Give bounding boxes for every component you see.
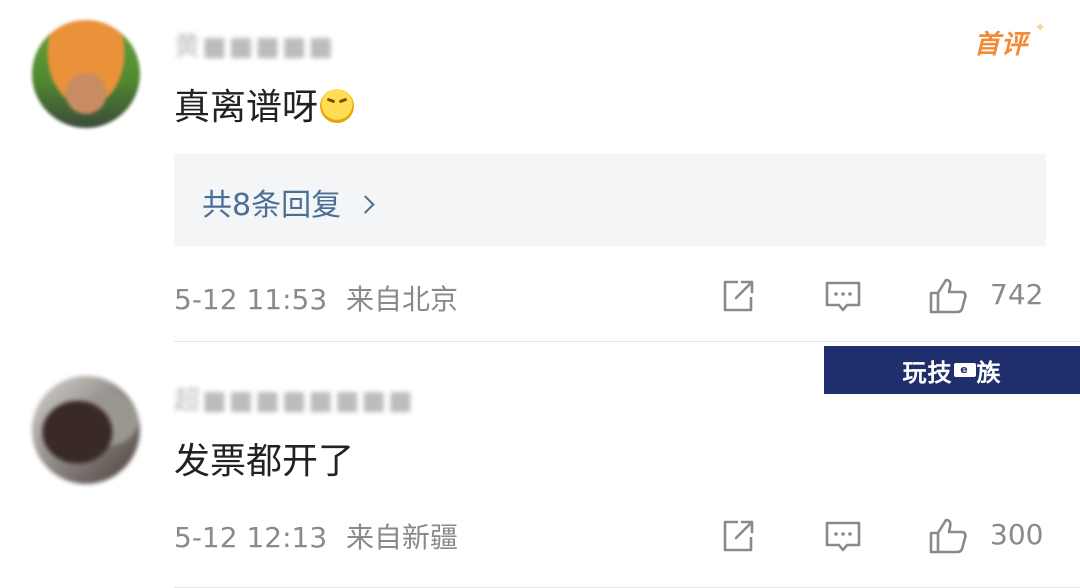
share-icon[interactable] (718, 516, 758, 556)
thumbs-up-icon[interactable] (928, 516, 968, 556)
replies-label[interactable]: 共8条回复 (202, 180, 375, 224)
comment-item: 黄■■■■■ 首评 ✦ 真离谱呀 共8条回复 5-12 11:53 来自北京 7… (0, 0, 1080, 342)
comment-icon[interactable] (823, 276, 863, 316)
comment-text: 真离谱呀 (174, 78, 355, 130)
sparkle-icon: ✦ (1034, 20, 1046, 36)
comment-text: 发票都开了 (174, 441, 355, 482)
first-comment-badge: 首评 (973, 30, 1028, 60)
laughing-crying-emoji-icon (320, 89, 355, 123)
comment-actions: 742 (0, 276, 1080, 316)
replies-count-text: 共8条回复 (202, 188, 342, 223)
comment-icon[interactable] (823, 516, 863, 556)
chevron-right-icon (356, 195, 375, 214)
comment-text-body: 真离谱呀 (174, 87, 319, 128)
thumbs-up-icon[interactable] (928, 276, 968, 316)
like-count: 300 (990, 518, 1044, 551)
avatar[interactable] (32, 376, 140, 484)
replies-link[interactable]: 共8条回复 (174, 154, 1046, 246)
comment-actions: 300 (0, 516, 1080, 556)
comment-item: 超■■■■■■■■ 发票都开了 5-12 12:13 来自新疆 300 (0, 342, 1080, 588)
like-count: 742 (990, 278, 1044, 311)
avatar[interactable] (32, 20, 140, 128)
username[interactable]: 超■■■■■■■■ (174, 380, 415, 416)
share-icon[interactable] (718, 276, 758, 316)
username[interactable]: 黄■■■■■ (174, 26, 335, 62)
